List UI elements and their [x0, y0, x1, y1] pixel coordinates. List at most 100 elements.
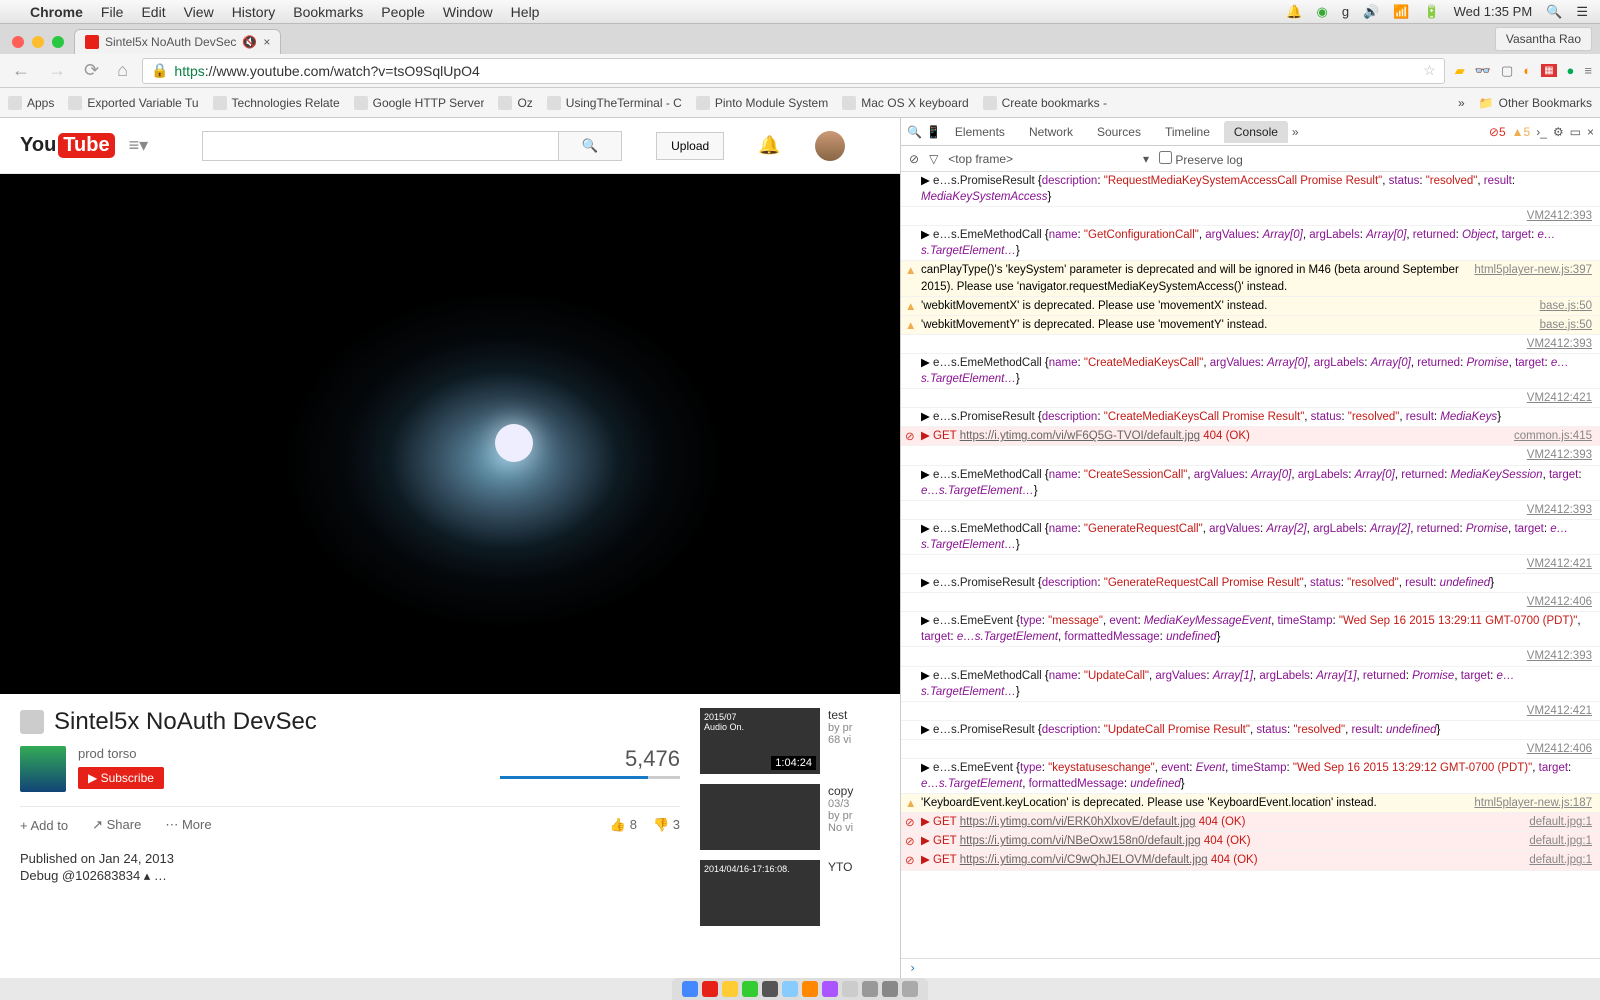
devtools-tab-console[interactable]: Console [1224, 121, 1288, 143]
console-log-entry[interactable]: ⊘▶ GET https://i.ytimg.com/vi/NBeOxw158n… [901, 832, 1600, 851]
more-button[interactable]: ⋯ More [165, 817, 211, 833]
log-source[interactable]: default.jpg:1 [1529, 833, 1592, 849]
tabs-overflow-icon[interactable]: » [1292, 125, 1299, 139]
guide-toggle-icon[interactable]: ≡▾ [129, 135, 149, 156]
notifications-icon[interactable]: 🔔 [758, 135, 780, 156]
log-source[interactable]: html5player-new.js:187 [1474, 795, 1592, 811]
dock-app-11[interactable] [882, 981, 898, 997]
menu-bookmarks[interactable]: Bookmarks [293, 4, 363, 20]
back-button[interactable]: ← [8, 60, 34, 81]
dock-app-3[interactable] [722, 981, 738, 997]
device-icon[interactable]: 📱 [926, 125, 941, 139]
console-log-entry[interactable]: ▶ e…s.PromiseResult {description: "Updat… [901, 721, 1600, 740]
console-log-entry[interactable]: ▲'webkitMovementX' is deprecated. Please… [901, 297, 1600, 316]
close-devtools-icon[interactable]: × [1587, 125, 1594, 139]
console-log-entry[interactable]: ▶ e…s.PromiseResult {description: "Creat… [901, 408, 1600, 427]
console-log-entry[interactable]: ▲'KeyboardEvent.keyLocation' is deprecat… [901, 794, 1600, 813]
upload-button[interactable]: Upload [656, 132, 724, 160]
devtools-tab-network[interactable]: Network [1019, 121, 1083, 143]
log-source[interactable]: VM2412:393 [1527, 447, 1592, 463]
console-log-entry[interactable]: ▶ e…s.EmeMethodCall {name: "CreateSessio… [901, 466, 1600, 501]
other-bookmarks[interactable]: 📁 Other Bookmarks [1479, 96, 1592, 110]
menu-help[interactable]: Help [511, 4, 540, 20]
bookmark-item[interactable]: Technologies Relate [213, 96, 340, 110]
menu-people[interactable]: People [381, 4, 425, 20]
video-player[interactable] [0, 174, 900, 694]
battery-icon[interactable]: 🔋 [1423, 4, 1439, 20]
dock-app-9[interactable] [842, 981, 858, 997]
bookmark-item[interactable]: Google HTTP Server [354, 96, 485, 110]
bookmark-item[interactable]: Mac OS X keyboard [842, 96, 968, 110]
bookmark-item[interactable]: Apps [8, 96, 54, 110]
ext-icon-3[interactable]: ◐ [1523, 63, 1531, 78]
dock-app-5[interactable] [762, 981, 778, 997]
spotlight-icon[interactable]: 🔍 [1546, 4, 1562, 20]
log-source[interactable]: VM2412:393 [1527, 502, 1592, 518]
console-log-entry[interactable]: ⊘▶ GET https://i.ytimg.com/vi/ERK0hXlxov… [901, 813, 1600, 832]
bookmark-item[interactable]: Pinto Module System [696, 96, 828, 110]
search-input[interactable] [202, 131, 558, 161]
close-window-button[interactable] [12, 36, 24, 48]
dock-app-1[interactable] [682, 981, 698, 997]
menu-icon[interactable]: ≡ [1584, 63, 1592, 78]
devtools-tab-elements[interactable]: Elements [945, 121, 1015, 143]
devtools-tab-timeline[interactable]: Timeline [1155, 121, 1220, 143]
youtube-logo[interactable]: YouTube [20, 133, 115, 158]
maximize-window-button[interactable] [52, 36, 64, 48]
console-output[interactable]: ▶ e…s.PromiseResult {description: "Reque… [901, 172, 1600, 958]
dock-app-6[interactable] [782, 981, 798, 997]
bookmark-item[interactable]: Oz [498, 96, 532, 110]
console-prompt[interactable]: › [901, 958, 1600, 978]
log-source[interactable]: VM2412:421 [1527, 556, 1592, 572]
log-source[interactable]: common.js:415 [1514, 428, 1592, 444]
log-source[interactable]: default.jpg:1 [1529, 852, 1592, 868]
console-log-entry[interactable]: ⊘▶ GET https://i.ytimg.com/vi/wF6Q5G-TVO… [901, 427, 1600, 446]
like-button[interactable]: 👍 8 [610, 817, 637, 833]
settings-icon[interactable]: ⚙ [1553, 125, 1564, 139]
tab-close-icon[interactable]: × [263, 35, 270, 49]
ext-icon-2[interactable]: 👓 [1475, 63, 1491, 79]
bookmark-item[interactable]: UsingTheTerminal - C [547, 96, 682, 110]
bookmarks-overflow[interactable]: » [1458, 96, 1465, 110]
tab-audio-icon[interactable]: 🔇 [242, 35, 257, 49]
log-source[interactable]: base.js:50 [1540, 317, 1592, 333]
channel-name[interactable]: prod torso [78, 746, 164, 761]
console-log-entry[interactable]: ⊘▶ GET https://i.ytimg.com/vi/C9wQhJELOV… [901, 851, 1600, 870]
app-name[interactable]: Chrome [30, 4, 83, 20]
log-source[interactable]: VM2412:393 [1527, 336, 1592, 352]
addto-button[interactable]: + Add to [20, 818, 68, 833]
console-log-entry[interactable]: ▲canPlayType()'s 'keySystem' parameter i… [901, 261, 1600, 296]
list-icon[interactable]: ☰ [1576, 4, 1588, 20]
browser-tab[interactable]: Sintel5x NoAuth DevSec 🔇 × [74, 29, 281, 54]
console-log-entry[interactable]: ▶ e…s.EmeMethodCall {name: "GetConfigura… [901, 226, 1600, 261]
console-log-entry[interactable]: ▲'webkitMovementY' is deprecated. Please… [901, 316, 1600, 335]
filter-icon[interactable]: ▽ [929, 152, 938, 166]
warning-count[interactable]: ▲5 [1512, 125, 1531, 139]
log-source[interactable]: html5player-new.js:397 [1474, 262, 1592, 294]
reload-button[interactable]: ⟳ [80, 60, 103, 81]
dock-app-4[interactable] [742, 981, 758, 997]
dislike-button[interactable]: 👎 3 [653, 817, 680, 833]
dock-app-7[interactable] [802, 981, 818, 997]
cast-icon[interactable]: ▢ [1501, 63, 1513, 79]
log-source[interactable]: VM2412:406 [1527, 594, 1592, 610]
star-icon[interactable]: ☆ [1423, 62, 1436, 79]
volume-icon[interactable]: 🔊 [1363, 4, 1379, 20]
dock-app-2[interactable] [702, 981, 718, 997]
log-source[interactable]: base.js:50 [1540, 298, 1592, 314]
devtools-tab-sources[interactable]: Sources [1087, 121, 1151, 143]
log-source[interactable]: VM2412:406 [1527, 741, 1592, 757]
address-bar[interactable]: 🔒 https://www.youtube.com/watch?v=tsO9Sq… [142, 58, 1445, 84]
inspect-icon[interactable]: 🔍 [907, 125, 922, 139]
log-source[interactable]: VM2412:421 [1527, 703, 1592, 719]
google-icon[interactable]: g [1342, 4, 1349, 19]
minimize-window-button[interactable] [32, 36, 44, 48]
preserve-log-checkbox[interactable]: Preserve log [1159, 151, 1243, 167]
menu-history[interactable]: History [232, 4, 276, 20]
chrome-user-button[interactable]: Vasantha Rao [1495, 27, 1592, 51]
bookmark-item[interactable]: Exported Variable Tu [68, 96, 198, 110]
menu-file[interactable]: File [101, 4, 124, 20]
log-source[interactable]: VM2412:393 [1527, 648, 1592, 664]
related-video[interactable]: 2015/07Audio On.1:04:24testby pr68 vi [700, 708, 880, 774]
dock-app-10[interactable] [862, 981, 878, 997]
